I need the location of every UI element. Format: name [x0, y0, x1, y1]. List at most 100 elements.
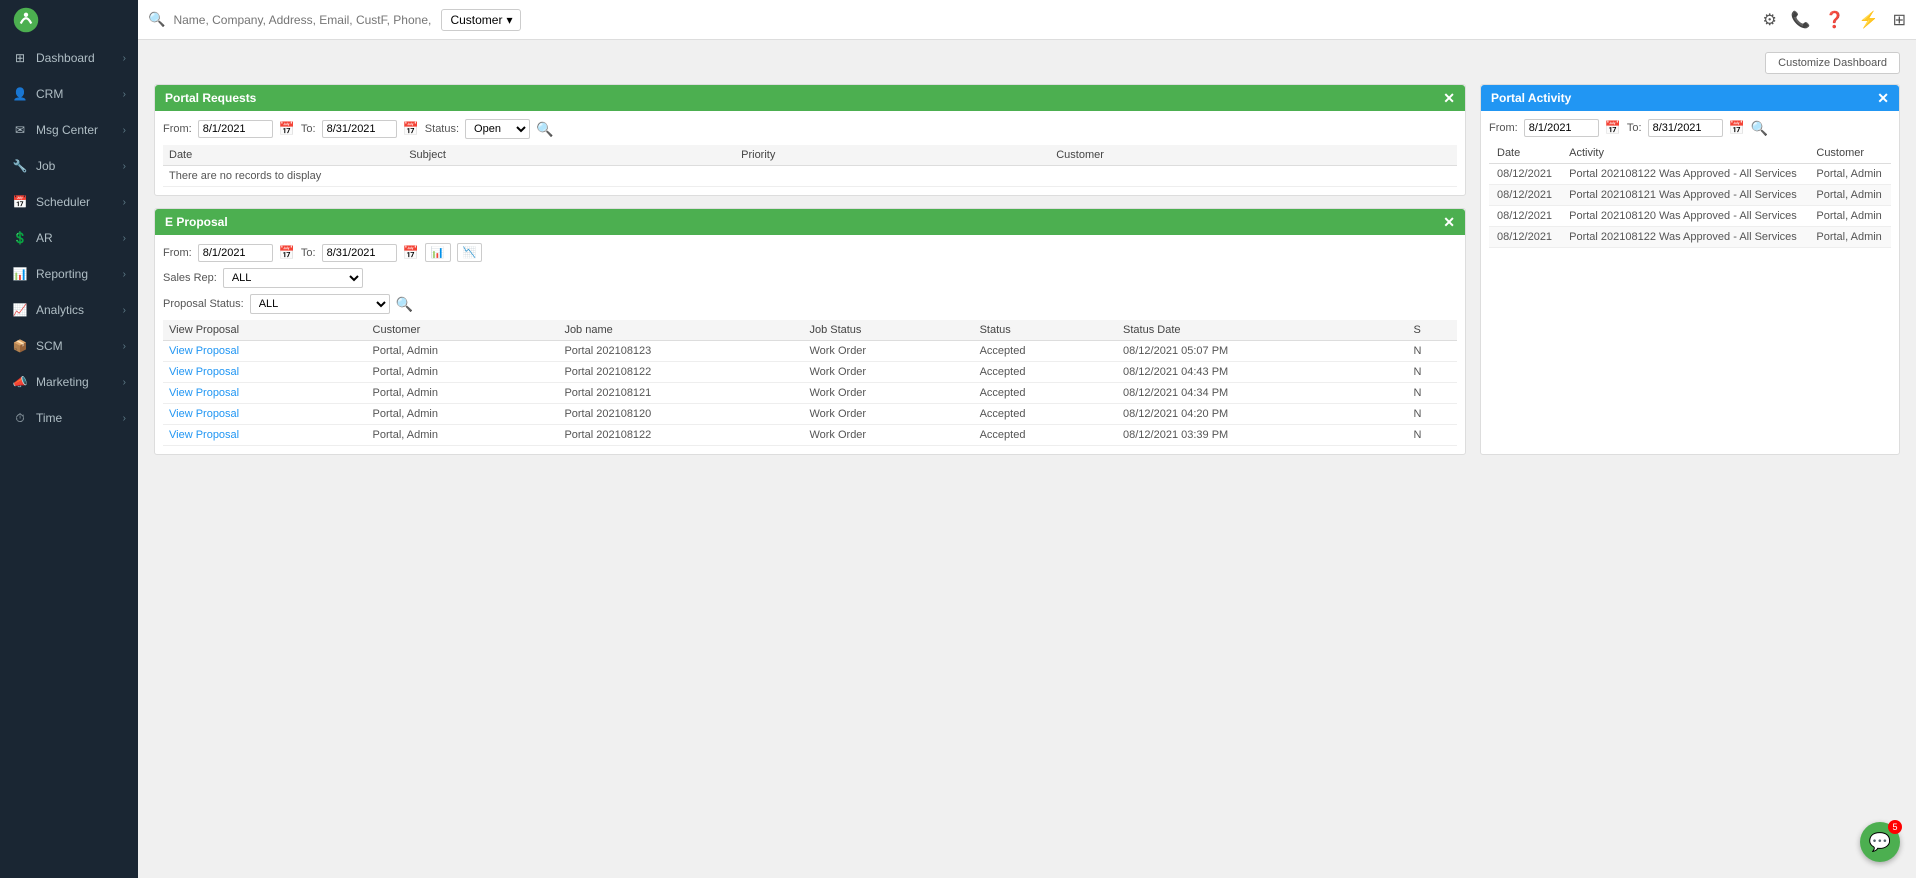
- phone-icon[interactable]: 📞: [1791, 10, 1811, 30]
- sidebar-item-label: Job: [36, 159, 55, 173]
- customize-dashboard-button[interactable]: Customize Dashboard: [1765, 52, 1900, 74]
- sidebar-item-dashboard[interactable]: ⊞ Dashboard ›: [0, 40, 138, 76]
- chevron-icon: ›: [123, 377, 126, 388]
- sales-rep-select[interactable]: ALL: [223, 268, 363, 288]
- view-proposal-link[interactable]: View Proposal: [163, 404, 367, 425]
- portal-activity-to-input[interactable]: [1648, 119, 1723, 137]
- chevron-icon: ›: [123, 413, 126, 424]
- chevron-icon: ›: [123, 233, 126, 244]
- settings-icon[interactable]: ⚙: [1762, 10, 1776, 30]
- dashboard-icon: ⊞: [12, 50, 28, 66]
- sidebar-item-job[interactable]: 🔧 Job ›: [0, 148, 138, 184]
- to-label: To:: [301, 123, 316, 135]
- portal-activity-search-button[interactable]: 🔍: [1751, 120, 1768, 137]
- crm-icon: 👤: [12, 86, 28, 102]
- to-calendar-icon[interactable]: 📅: [403, 121, 419, 137]
- status-cell: Accepted: [974, 404, 1117, 425]
- eproposal-filter-row3: Proposal Status: ALL 🔍: [163, 294, 1457, 314]
- portal-activity-title: Portal Activity: [1491, 91, 1571, 105]
- from-calendar-icon[interactable]: 📅: [279, 121, 295, 137]
- pa-from-label: From:: [1489, 122, 1518, 134]
- eproposal-to-input[interactable]: [322, 244, 397, 262]
- sidebar-item-marketing[interactable]: 📣 Marketing ›: [0, 364, 138, 400]
- table-row: View Proposal Portal, Admin Portal 20210…: [163, 425, 1457, 446]
- sidebar-item-reporting[interactable]: 📊 Reporting ›: [0, 256, 138, 292]
- sidebar-item-crm[interactable]: 👤 CRM ›: [0, 76, 138, 112]
- activity-cell: Portal 202108120 Was Approved - All Serv…: [1561, 206, 1808, 227]
- view-proposal-link[interactable]: View Proposal: [163, 383, 367, 404]
- customer-cell: Portal, Admin: [367, 404, 559, 425]
- portal-activity-close-button[interactable]: ✕: [1877, 91, 1889, 105]
- eproposal-from-input[interactable]: [198, 244, 273, 262]
- sidebar-item-scm[interactable]: 📦 SCM ›: [0, 328, 138, 364]
- pa-to-label: To:: [1627, 122, 1642, 134]
- eproposal-table-scroll: View Proposal Customer Job name Job Stat…: [163, 320, 1457, 446]
- portal-requests-from-input[interactable]: [198, 120, 273, 138]
- analytics-icon: 📈: [12, 302, 28, 318]
- date-cell: 08/12/2021: [1489, 164, 1561, 185]
- view-proposal-link[interactable]: View Proposal: [163, 341, 367, 362]
- lightning-icon[interactable]: ⚡: [1859, 10, 1879, 30]
- portal-requests-search-button[interactable]: 🔍: [536, 121, 553, 138]
- activity-cell: Portal 202108121 Was Approved - All Serv…: [1561, 185, 1808, 206]
- sidebar-item-time[interactable]: ⏱ Time ›: [0, 400, 138, 436]
- chevron-icon: ›: [123, 269, 126, 280]
- eproposal-bar-chart-button[interactable]: 📉: [457, 243, 483, 262]
- eproposal-filter-row1: From: 📅 To: 📅 📊 📉: [163, 243, 1457, 262]
- col-view: View Proposal: [163, 320, 367, 341]
- col-jobname: Job name: [558, 320, 803, 341]
- topbar-icons: ⚙ 📞 ❓ ⚡ ⊞: [1762, 10, 1906, 30]
- help-icon[interactable]: ❓: [1825, 10, 1845, 30]
- marketing-icon: 📣: [12, 374, 28, 390]
- scm-icon: 📦: [12, 338, 28, 354]
- sidebar-item-ar[interactable]: 💲 AR ›: [0, 220, 138, 256]
- chat-bubble[interactable]: 💬 5: [1860, 822, 1900, 862]
- customer-cell: Portal, Admin: [367, 341, 559, 362]
- customize-bar: Customize Dashboard: [154, 52, 1900, 74]
- view-proposal-link[interactable]: View Proposal: [163, 362, 367, 383]
- sidebar-item-msg-center[interactable]: ✉ Msg Center ›: [0, 112, 138, 148]
- customer-cell: Portal, Admin: [1808, 164, 1891, 185]
- eproposal-filter-row2: Sales Rep: ALL: [163, 268, 1457, 288]
- msg-center-icon: ✉: [12, 122, 28, 138]
- chevron-icon: ›: [123, 53, 126, 64]
- left-panels: Portal Requests ✕ From: 📅 To: 📅 Status:: [154, 84, 1466, 455]
- sidebar-item-label: Msg Center: [36, 123, 98, 137]
- eproposal-from-cal-icon[interactable]: 📅: [279, 245, 295, 261]
- job-status-cell: Work Order: [803, 404, 973, 425]
- portal-requests-status-select[interactable]: Open Closed All: [465, 119, 530, 139]
- col-customer: Customer: [367, 320, 559, 341]
- customer-cell: Portal, Admin: [1808, 185, 1891, 206]
- status-label: Status:: [425, 123, 459, 135]
- pa-to-cal-icon[interactable]: 📅: [1729, 120, 1745, 136]
- app-logo: [12, 6, 40, 34]
- pa-from-cal-icon[interactable]: 📅: [1605, 120, 1621, 136]
- job-icon: 🔧: [12, 158, 28, 174]
- view-proposal-link[interactable]: View Proposal: [163, 425, 367, 446]
- sidebar-item-label: Reporting: [36, 267, 88, 281]
- eproposal-from-label: From:: [163, 247, 192, 259]
- sidebar-item-scheduler[interactable]: 📅 Scheduler ›: [0, 184, 138, 220]
- eproposal-close-button[interactable]: ✕: [1443, 215, 1455, 229]
- job-status-cell: Work Order: [803, 425, 973, 446]
- eproposal-chart-button[interactable]: 📊: [425, 243, 451, 262]
- eproposal-search-button[interactable]: 🔍: [396, 296, 413, 313]
- eproposal-title: E Proposal: [165, 215, 228, 229]
- sidebar-item-analytics[interactable]: 📈 Analytics ›: [0, 292, 138, 328]
- eproposal-to-cal-icon[interactable]: 📅: [403, 245, 419, 261]
- time-icon: ⏱: [12, 410, 28, 426]
- sidebar-item-label: SCM: [36, 339, 63, 353]
- apps-icon[interactable]: ⊞: [1893, 10, 1906, 30]
- portal-activity-body: From: 📅 To: 📅 🔍 Date Activity: [1481, 111, 1899, 256]
- customer-cell: Portal, Admin: [367, 425, 559, 446]
- portal-requests-to-input[interactable]: [322, 120, 397, 138]
- search-icon: 🔍: [148, 11, 165, 28]
- col-subject: Subject: [403, 145, 735, 166]
- topbar: 🔍 Customer ▾ ⚙ 📞 ❓ ⚡ ⊞: [138, 0, 1916, 40]
- portal-requests-close-button[interactable]: ✕: [1443, 91, 1455, 105]
- proposal-status-select[interactable]: ALL: [250, 294, 390, 314]
- portal-activity-from-input[interactable]: [1524, 119, 1599, 137]
- customer-dropdown[interactable]: Customer ▾: [441, 9, 521, 31]
- job-name-cell: Portal 202108121: [558, 383, 803, 404]
- search-input[interactable]: [173, 13, 433, 27]
